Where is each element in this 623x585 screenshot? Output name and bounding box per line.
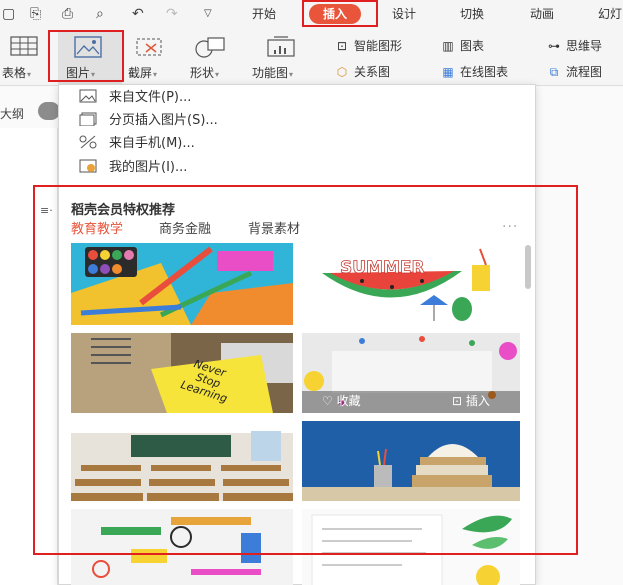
paginated-image-icon [79,112,97,126]
menu-item-paginated-insert[interactable]: 分页插入图片(S)... [79,110,218,132]
function-chart-label: 功能图 [252,66,289,80]
chart-label: 图表 [460,39,485,53]
picture-button-highlight [48,30,124,82]
menu-item-label: 我的图片(I)... [109,160,188,175]
recommendation-highlight [33,185,578,555]
scissors-icon[interactable] [134,36,164,58]
online-chart-icon: ▦ [442,65,454,79]
chart-button[interactable]: ▥ 图表 [440,38,484,54]
open-icon[interactable]: ▢ [2,4,15,24]
menu-item-from-phone[interactable]: 来自手机(M)... [79,133,195,155]
menu-item-label: 来自文件(P)... [109,90,192,105]
outline-tab[interactable]: 大纲 [0,105,24,122]
print-preview-icon[interactable]: ⌕ [96,4,104,24]
table-label: 表格 [2,66,27,80]
function-chart-icon[interactable] [266,36,296,58]
screenshot-button[interactable]: 截屏▾ [128,66,157,82]
relation-chart-label: 关系图 [354,65,391,79]
flowchart-label: 流程图 [566,65,603,79]
insert-tab-highlight [302,0,378,27]
redo-icon[interactable]: ↷ [166,4,178,24]
my-pictures-icon [79,159,97,173]
tab-transition[interactable]: 切换 [460,5,484,23]
tab-design[interactable]: 设计 [392,5,416,23]
tab-animation[interactable]: 动画 [530,5,554,23]
screenshot-label: 截屏 [128,66,153,80]
smart-shape-icon: ⊡ [336,39,348,53]
mindmap-label: 思维导 [566,39,603,53]
undo-icon[interactable]: ↶ [132,4,144,24]
online-chart-button[interactable]: ▦ 在线图表 [440,64,508,80]
shape-label: 形状 [190,66,215,80]
menu-item-label: 分页插入图片(S)... [109,113,218,128]
phone-transfer-icon [79,135,97,149]
table-icon[interactable] [10,36,38,56]
menu-item-label: 来自手机(M)... [109,136,195,151]
print-icon[interactable]: ⎙ [62,4,73,24]
function-chart-button[interactable]: 功能图▾ [252,66,293,82]
tab-home[interactable]: 开始 [252,5,276,23]
image-file-icon [79,89,97,103]
smart-shape-button[interactable]: ⊡ 智能图形 [334,38,402,54]
customize-chevron-down-icon[interactable]: ▽ [204,4,212,24]
menu-item-from-file[interactable]: 来自文件(P)... [79,87,191,109]
online-chart-label: 在线图表 [460,65,509,79]
flowchart-button[interactable]: ⧉ 流程图 [546,64,602,80]
outline-toggle[interactable] [38,102,60,120]
menu-item-my-pictures[interactable]: 我的图片(I)... [79,157,187,179]
relation-chart-button[interactable]: ⬡ 关系图 [334,64,390,80]
smart-shape-label: 智能图形 [354,39,403,53]
shapes-icon[interactable] [194,36,226,58]
tab-slideshow[interactable]: 幻灯 [598,5,622,23]
flowchart-icon: ⧉ [549,65,559,79]
shape-button[interactable]: 形状▾ [190,66,219,82]
bar-chart-icon: ▥ [442,39,454,53]
table-button[interactable]: 表格▾ [2,66,31,82]
save-icon[interactable]: ⎘ [30,4,41,24]
mindmap-icon: ⊶ [548,39,560,53]
mindmap-button[interactable]: ⊶ 思维导 [546,38,602,54]
relation-chart-icon: ⬡ [336,65,348,79]
